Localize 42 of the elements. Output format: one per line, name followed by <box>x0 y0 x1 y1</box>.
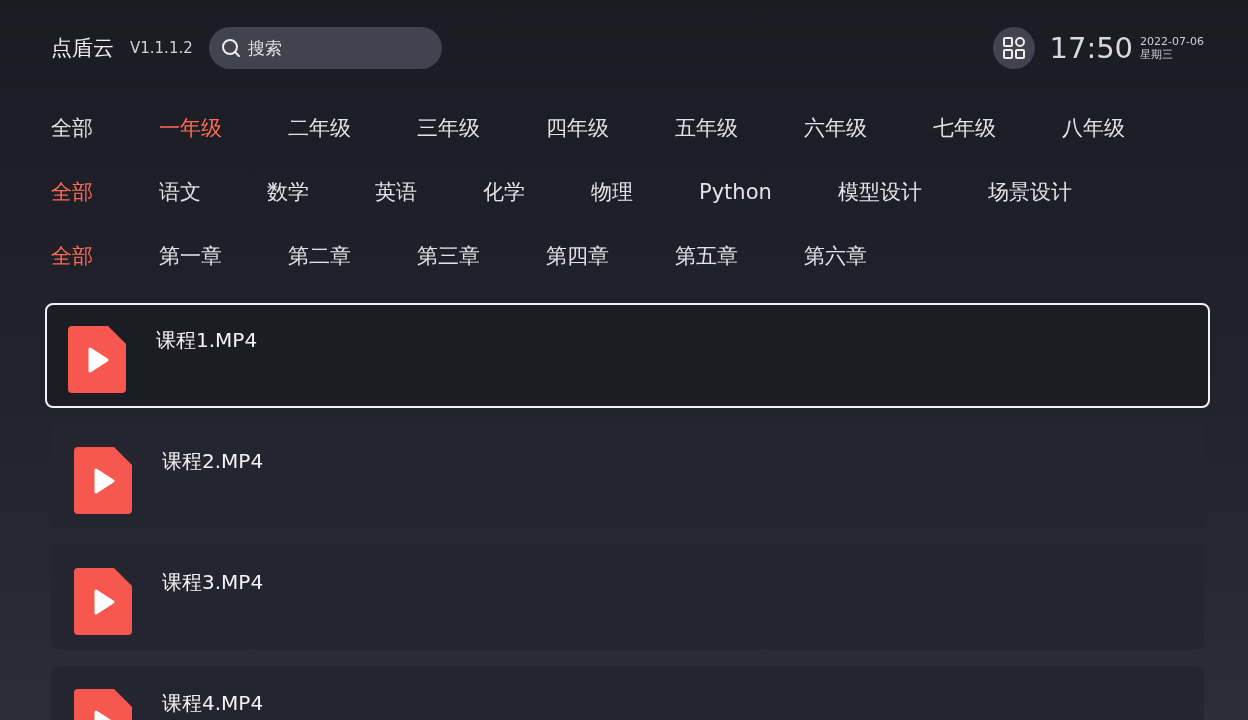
filter-option[interactable]: 第二章 <box>288 242 351 270</box>
filter-option[interactable]: 第一章 <box>159 242 222 270</box>
filter-option[interactable]: 五年级 <box>675 114 738 142</box>
file-name: 课程3.MP4 <box>162 569 264 596</box>
filter-option[interactable]: 三年级 <box>417 114 480 142</box>
filter-option[interactable]: 全部 <box>51 242 93 270</box>
filter-option[interactable]: 数学 <box>267 178 309 206</box>
file-card[interactable]: 课程4.MP4 <box>51 666 1204 720</box>
file-name: 课程2.MP4 <box>162 448 264 475</box>
file-name: 课程4.MP4 <box>162 690 264 717</box>
clock-time: 17:50 <box>1049 31 1134 65</box>
file-name: 课程1.MP4 <box>156 327 258 354</box>
clock-date: 2022-07-06 <box>1140 35 1204 48</box>
file-card[interactable]: 课程1.MP4 <box>45 303 1210 408</box>
filter-option[interactable]: 一年级 <box>159 114 222 142</box>
filter-option[interactable]: 场景设计 <box>987 178 1072 206</box>
filter-option[interactable]: 第四章 <box>546 242 609 270</box>
filter-option[interactable]: 化学 <box>483 178 525 206</box>
filter-option[interactable]: 七年级 <box>933 114 996 142</box>
filter-option[interactable]: 语文 <box>159 178 201 206</box>
app-title: 点盾云 <box>51 35 114 62</box>
filter-option[interactable]: 全部 <box>51 114 93 142</box>
video-file-icon <box>74 568 132 635</box>
clock-weekday: 星期三 <box>1140 48 1175 61</box>
filter-option[interactable]: Python <box>699 180 772 204</box>
filter-option[interactable]: 二年级 <box>288 114 351 142</box>
filter-option[interactable]: 八年级 <box>1062 114 1125 142</box>
filter-option[interactable]: 六年级 <box>804 114 867 142</box>
version-label: V1.1.1.2 <box>130 39 193 57</box>
filter-option[interactable]: 模型设计 <box>837 178 922 206</box>
grid-icon <box>1003 37 1026 59</box>
filter-option[interactable]: 第三章 <box>417 242 480 270</box>
filter-option[interactable]: 物理 <box>591 178 633 206</box>
filter-option[interactable]: 四年级 <box>546 114 609 142</box>
filter-option[interactable]: 全部 <box>51 178 93 206</box>
filter-option[interactable]: 第五章 <box>675 242 738 270</box>
search-field[interactable]: 搜索 <box>208 27 442 69</box>
filter-option[interactable]: 英语 <box>375 178 417 206</box>
video-file-icon <box>74 447 132 514</box>
apps-button[interactable] <box>993 27 1036 69</box>
video-file-icon <box>68 326 126 393</box>
filter-option[interactable]: 第六章 <box>804 242 867 270</box>
